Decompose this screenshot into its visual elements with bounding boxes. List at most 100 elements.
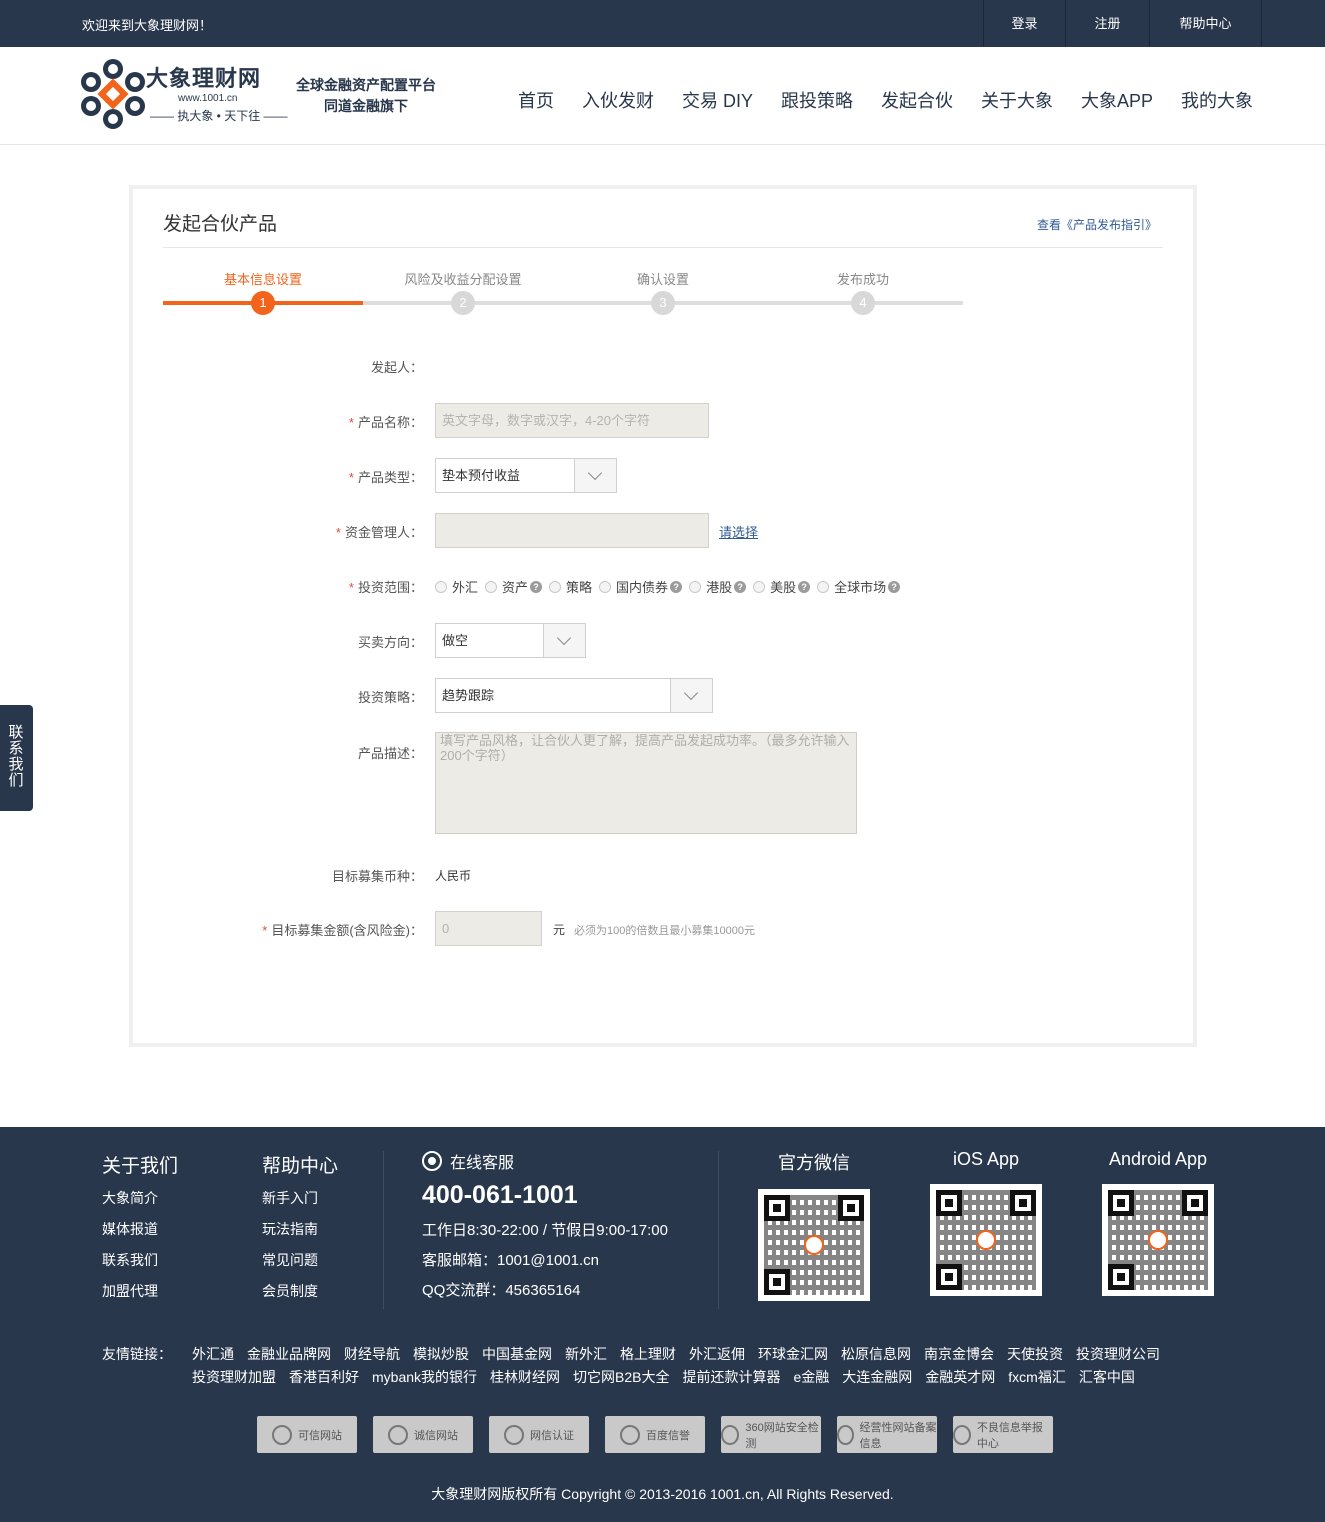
investment-scope-label: * 投资范围： — [348, 580, 423, 595]
friend-link[interactable]: fxcm福汇 — [1008, 1366, 1066, 1389]
friend-link[interactable]: 外汇通 — [192, 1343, 234, 1366]
investment-strategy-label: 投资策略： — [357, 690, 423, 705]
publish-guide-link[interactable]: 查看《产品发布指引》 — [1037, 216, 1157, 233]
nav-trade-diy[interactable]: 交易 DIY — [682, 87, 753, 113]
friend-link[interactable]: 香港百利好 — [289, 1366, 359, 1389]
friend-link[interactable]: 南京金博会 — [924, 1343, 994, 1366]
contact-us-tab[interactable]: 联系我们 — [0, 705, 33, 811]
help-question-icon[interactable]: ? — [734, 580, 747, 593]
product-name-label: * 产品名称： — [348, 415, 423, 430]
friend-link[interactable]: 投资理财公司 — [1076, 1343, 1160, 1366]
help-question-icon[interactable]: ? — [530, 580, 543, 593]
fund-manager-input[interactable] — [435, 513, 709, 548]
friend-link[interactable]: 金融业品牌网 — [247, 1343, 331, 1366]
investment-strategy-select[interactable]: 趋势跟踪 — [435, 678, 713, 713]
badge-seal-icon — [272, 1424, 292, 1445]
step-number: 2 — [451, 291, 475, 315]
help-question-icon[interactable]: ? — [798, 580, 811, 593]
help-question-icon[interactable]: ? — [670, 580, 683, 593]
friend-link[interactable]: 环球金汇网 — [758, 1343, 828, 1366]
friend-link[interactable]: 金融英才网 — [925, 1366, 995, 1389]
nav-follow-strategy[interactable]: 跟投策略 — [781, 87, 853, 113]
step-number: 1 — [251, 291, 275, 315]
nav-start-partnership[interactable]: 发起合伙 — [881, 87, 953, 113]
chat-icon — [422, 1151, 442, 1171]
friend-link[interactable]: e金融 — [794, 1366, 830, 1389]
choose-manager-link[interactable]: 请选择 — [719, 522, 758, 541]
footer-link[interactable]: 常见问题 — [262, 1250, 338, 1270]
footer-link[interactable]: 玩法指南 — [262, 1219, 338, 1239]
scope-hk-stocks-radio[interactable]: 港股? — [689, 577, 747, 596]
footer-link[interactable]: 联系我们 — [102, 1250, 178, 1270]
friend-link[interactable]: 中国基金网 — [482, 1343, 552, 1366]
title-divider — [163, 247, 1163, 248]
friend-link[interactable]: 松原信息网 — [841, 1343, 911, 1366]
trust-badge[interactable]: 360网站安全检测 — [721, 1416, 821, 1453]
footer-about-column: 关于我们 大象简介 媒体报道 联系我们 加盟代理 — [102, 1151, 178, 1312]
footer-link[interactable]: 加盟代理 — [102, 1281, 178, 1301]
trust-badge[interactable]: 可信网站 — [257, 1416, 357, 1453]
friend-link[interactable]: 外汇返佣 — [689, 1343, 745, 1366]
friend-link[interactable]: 财经导航 — [344, 1343, 400, 1366]
friend-link[interactable]: 新外汇 — [565, 1343, 607, 1366]
friend-link[interactable]: 格上理财 — [620, 1343, 676, 1366]
nav-my-account[interactable]: 我的大象 — [1181, 87, 1253, 113]
nav-app[interactable]: 大象APP — [1081, 87, 1153, 113]
footer-link[interactable]: 新手入门 — [262, 1188, 338, 1208]
friend-link[interactable]: 大连金融网 — [842, 1366, 912, 1389]
site-logo[interactable]: 大象理财网 www.1001.cn —— 执大象 • 天下往 —— — [78, 57, 288, 131]
trade-direction-select[interactable]: 做空 — [435, 623, 586, 658]
friend-link[interactable]: 提前还款计算器 — [683, 1366, 781, 1389]
footer-link[interactable]: 大象简介 — [102, 1188, 178, 1208]
trust-badge[interactable]: 经营性网站备案信息 — [837, 1416, 937, 1453]
step-label: 确认设置 — [636, 272, 689, 287]
target-amount-input[interactable]: 0 — [435, 911, 542, 946]
main-nav: 首页 入伙发财 交易 DIY 跟投策略 发起合伙 关于大象 大象APP 我的大象 — [504, 87, 1267, 113]
scope-forex-radio[interactable]: 外汇 — [435, 577, 478, 596]
scope-global-radio[interactable]: 全球市场? — [817, 577, 901, 596]
friend-link[interactable]: 模拟炒股 — [413, 1343, 469, 1366]
product-name-input[interactable]: 英文字母，数字或汉字，4-20个字符 — [435, 403, 709, 438]
trust-badge[interactable]: 百度信誉 — [605, 1416, 705, 1453]
help-question-icon[interactable]: ? — [888, 580, 901, 593]
customer-service: 在线客服 400-061-1001 工作日8:30-22:00 / 节假日9:0… — [422, 1149, 668, 1300]
top-bar: 欢迎来到大象理财网！ 登录 注册 帮助中心 — [0, 0, 1325, 47]
register-link[interactable]: 注册 — [1066, 0, 1150, 47]
friend-link[interactable]: 天使投资 — [1007, 1343, 1063, 1366]
friend-link[interactable]: 桂林财经网 — [490, 1366, 560, 1389]
scope-us-stocks-radio[interactable]: 美股? — [753, 577, 811, 596]
tagline-line-1: 全球金融资产配置平台 — [296, 77, 436, 93]
friend-link[interactable]: 投资理财加盟 — [192, 1366, 276, 1389]
footer-divider — [383, 1151, 384, 1309]
footer-link[interactable]: 媒体报道 — [102, 1219, 178, 1239]
help-center-link[interactable]: 帮助中心 — [1150, 0, 1262, 47]
badge-seal-icon — [837, 1424, 854, 1445]
scope-domestic-bonds-radio[interactable]: 国内债券? — [599, 577, 683, 596]
footer-help-column: 帮助中心 新手入门 玩法指南 常见问题 会员制度 — [262, 1151, 338, 1312]
nav-about[interactable]: 关于大象 — [981, 87, 1053, 113]
brand-slogan: —— 执大象 • 天下往 —— — [150, 109, 288, 123]
nav-home[interactable]: 首页 — [518, 87, 554, 113]
required-mark: * — [348, 470, 354, 485]
qr-code-icon — [1102, 1184, 1214, 1296]
friend-link[interactable]: 汇客中国 — [1079, 1366, 1135, 1389]
product-type-select[interactable]: 垫本预付收益 — [435, 458, 617, 493]
scope-assets-radio[interactable]: 资产? — [485, 577, 543, 596]
qr-title: iOS App — [952, 1149, 1020, 1169]
product-description-textarea[interactable]: 填写产品风格，让合伙人更了解，提高产品发起成功率。（最多允许输入200个字符） — [435, 732, 857, 834]
scope-strategy-radio[interactable]: 策略 — [549, 577, 592, 596]
service-phone: 400-061-1001 — [422, 1181, 578, 1209]
trust-badges: 可信网站 诚信网站 网信认证 百度信誉 360网站安全检测 经营性网站备案信息 不良信息举报… — [257, 1416, 1069, 1453]
amount-unit: 元 — [553, 923, 566, 937]
trust-badge[interactable]: 不良信息举报中心 — [953, 1416, 1053, 1453]
android-app-qr: Android App — [1102, 1149, 1214, 1296]
trust-badge[interactable]: 诚信网站 — [373, 1416, 473, 1453]
friend-link[interactable]: 切它网B2B大全 — [573, 1366, 669, 1389]
create-product-card: 发起合伙产品 查看《产品发布指引》 基本信息设置 1 风险及收益分配设置 2 确… — [129, 185, 1197, 1047]
friend-link[interactable]: mybank我的银行 — [372, 1366, 477, 1389]
ios-app-qr: iOS App — [930, 1149, 1042, 1296]
footer-link[interactable]: 会员制度 — [262, 1281, 338, 1301]
login-link[interactable]: 登录 — [984, 0, 1066, 47]
nav-join[interactable]: 入伙发财 — [582, 87, 654, 113]
trust-badge[interactable]: 网信认证 — [489, 1416, 589, 1453]
